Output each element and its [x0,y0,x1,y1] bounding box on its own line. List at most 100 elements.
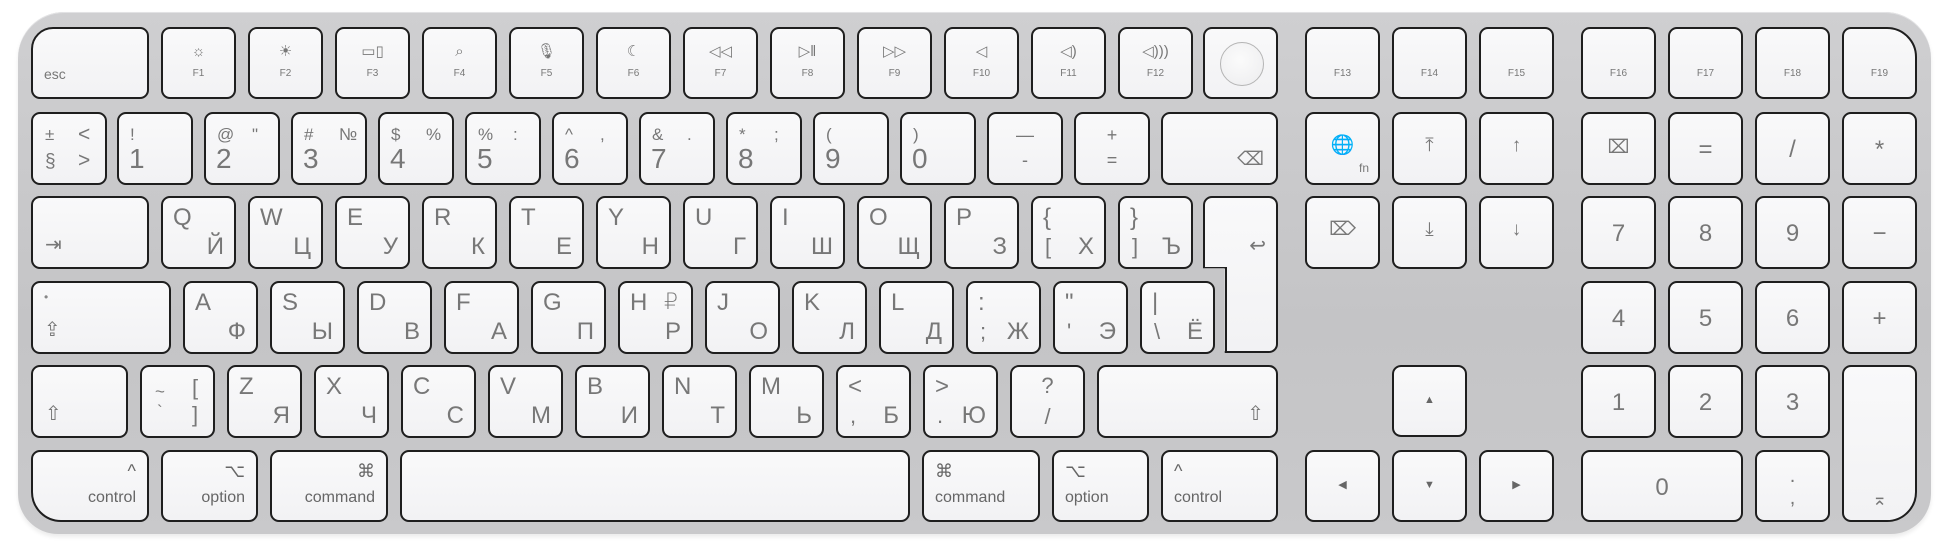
key-u[interactable]: UГ [683,196,758,269]
key-x[interactable]: XЧ [314,365,389,438]
key-m[interactable]: MЬ [749,365,824,438]
key-np-1[interactable]: 1 [1581,365,1656,438]
key-grave[interactable]: ~ ` [] [140,365,215,438]
key-h[interactable]: H ₽ Р [618,281,693,354]
key-semicolon[interactable]: :; Ж [966,281,1041,354]
key-fn-globe[interactable]: 🌐 fn [1305,112,1380,185]
key-f6[interactable]: ☾ F6 [596,27,671,99]
key-minus[interactable]: — - [987,112,1063,185]
key-f10[interactable]: ◁ F10 [944,27,1019,99]
key-rcommand[interactable]: ⌘ command [922,450,1040,522]
key-page-down[interactable]: ↓ [1479,196,1554,269]
key-7[interactable]: & 7. [639,112,715,185]
key-f2[interactable]: ☀ F2 [248,27,323,99]
key-touch-id[interactable] [1203,27,1278,99]
key-np-9[interactable]: 9 [1755,196,1830,269]
key-r[interactable]: RК [422,196,497,269]
key-np-decimal[interactable]: ., [1755,450,1830,522]
key-np-6[interactable]: 6 [1755,281,1830,354]
key-tab[interactable]: ⇥ [31,196,149,269]
key-f15[interactable]: F15 [1479,27,1554,99]
key-j[interactable]: JО [705,281,780,354]
key-s[interactable]: SЫ [270,281,345,354]
key-np-5[interactable]: 5 [1668,281,1743,354]
key-y[interactable]: YН [596,196,671,269]
key-np-2[interactable]: 2 [1668,365,1743,438]
key-b[interactable]: BИ [575,365,650,438]
key-backslash[interactable]: | \ Ё [1140,281,1215,354]
key-9[interactable]: (9 [813,112,889,185]
key-section[interactable]: ± § < > [31,112,107,185]
key-q[interactable]: QЙ [161,196,236,269]
key-delete[interactable]: ⌫ [1161,112,1278,185]
key-comma[interactable]: <, Б [836,365,911,438]
key-f5[interactable]: 🎙 F5 [509,27,584,99]
key-period[interactable]: >. Ю [923,365,998,438]
key-f17[interactable]: F17 [1668,27,1743,99]
key-quote[interactable]: " ' Э [1053,281,1128,354]
key-d[interactable]: DВ [357,281,432,354]
key-arrow-up[interactable]: ▲ [1392,365,1467,437]
key-3[interactable]: #3 № [291,112,367,185]
key-w[interactable]: WЦ [248,196,323,269]
key-esc[interactable]: esc [31,27,149,99]
key-6[interactable]: ^ 6, [552,112,628,185]
key-f11[interactable]: ◁) F11 [1031,27,1106,99]
key-space[interactable] [400,450,910,522]
key-arrow-right[interactable]: ▶ [1479,450,1554,522]
key-p[interactable]: PЗ [944,196,1019,269]
key-8[interactable]: * 8; [726,112,802,185]
key-4[interactable]: $4% [378,112,454,185]
key-np-divide[interactable]: / [1755,112,1830,185]
key-f1[interactable]: ☼ F1 [161,27,236,99]
key-home[interactable]: ⤒ [1392,112,1467,185]
key-roption[interactable]: ⌥ option [1052,450,1149,522]
key-a[interactable]: AФ [183,281,258,354]
key-0[interactable]: ) 0 [900,112,976,185]
key-lcommand[interactable]: ⌘ command [270,450,388,522]
key-clear[interactable]: ⌧ [1581,112,1656,185]
key-rcontrol[interactable]: ^ control [1161,450,1278,522]
key-np-7[interactable]: 7 [1581,196,1656,269]
key-f[interactable]: FА [444,281,519,354]
key-f7[interactable]: ◁◁ F7 [683,27,758,99]
key-right-shift[interactable]: ⇧ [1097,365,1278,438]
key-rbracket[interactable]: }] Ъ [1118,196,1193,269]
key-o[interactable]: OЩ [857,196,932,269]
key-f19[interactable]: F19 [1842,27,1917,99]
key-f16[interactable]: F16 [1581,27,1656,99]
key-np-8[interactable]: 8 [1668,196,1743,269]
key-t[interactable]: TЕ [509,196,584,269]
key-l[interactable]: LД [879,281,954,354]
key-arrow-down[interactable]: ▼ [1392,450,1467,522]
key-v[interactable]: VМ [488,365,563,438]
key-lbracket[interactable]: {[Х [1031,196,1106,269]
key-arrow-left[interactable]: ◀ [1305,450,1380,522]
key-f18[interactable]: F18 [1755,27,1830,99]
key-5[interactable]: % 5: [465,112,541,185]
key-2[interactable]: @2 " [204,112,280,185]
key-g[interactable]: GП [531,281,606,354]
key-f14[interactable]: F14 [1392,27,1467,99]
key-np-4[interactable]: 4 [1581,281,1656,354]
key-z[interactable]: ZЯ [227,365,302,438]
key-e[interactable]: EУ [335,196,410,269]
key-lcontrol[interactable]: ^ control [31,450,149,522]
key-k[interactable]: KЛ [792,281,867,354]
key-f13[interactable]: F13 [1305,27,1380,99]
key-f9[interactable]: ▷▷ F9 [857,27,932,99]
key-f8[interactable]: ▷‖ F8 [770,27,845,99]
key-np-minus[interactable]: − [1842,196,1917,269]
key-i[interactable]: IШ [770,196,845,269]
key-page-up[interactable]: ↑ [1479,112,1554,185]
touch-id-sensor[interactable] [1219,42,1264,86]
key-f4[interactable]: ⌕ F4 [422,27,497,99]
key-forward-delete[interactable]: ⌦ [1305,196,1380,269]
key-np-plus[interactable]: + [1842,281,1917,354]
key-end[interactable]: ⤓ [1392,196,1467,269]
key-equal[interactable]: + = [1074,112,1150,185]
key-caps-lock[interactable]: • ⇪ [31,281,171,354]
key-1[interactable]: ! 1 [117,112,193,185]
key-left-shift[interactable]: ⇧ [31,365,128,438]
key-n[interactable]: NТ [662,365,737,438]
